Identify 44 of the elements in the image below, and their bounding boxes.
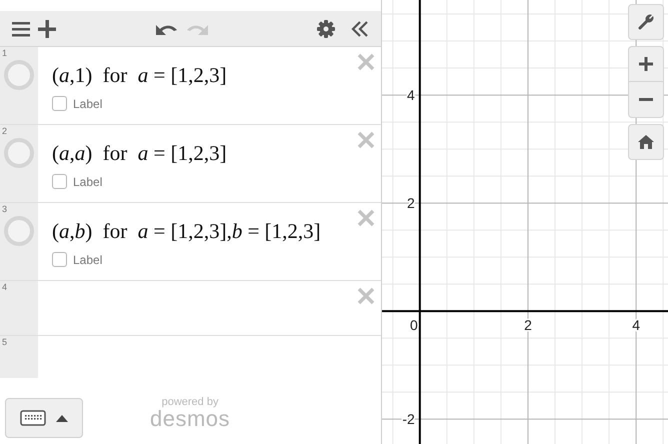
line-number: 5 xyxy=(2,337,8,347)
zoom-in-button[interactable] xyxy=(628,46,664,82)
keyboard-icon xyxy=(20,410,46,426)
checkbox-label: Label xyxy=(73,252,102,266)
home-icon xyxy=(638,135,654,149)
double-chevron-icon xyxy=(351,20,369,36)
tick-label: 0 xyxy=(410,317,418,334)
checkbox-label: Label xyxy=(73,174,102,188)
gear-icon xyxy=(317,20,335,38)
close-icon xyxy=(357,287,375,305)
graph-toggle[interactable] xyxy=(4,216,34,246)
line-number: 2 xyxy=(2,126,8,136)
tick-label: 4 xyxy=(407,87,415,104)
tick-label: 4 xyxy=(632,317,640,334)
powered-by-text: powered by xyxy=(162,397,218,408)
tick-label: -2 xyxy=(402,411,415,428)
menu-icon xyxy=(12,20,30,36)
line-number: 4 xyxy=(2,282,8,292)
minus-icon xyxy=(639,98,653,102)
caret-icon xyxy=(56,414,68,422)
graph-toggle[interactable] xyxy=(4,138,34,168)
graph-toggle[interactable] xyxy=(4,60,34,90)
math-expression[interactable]: (a,b) for a = [1,2,3],b = [1,2,3] xyxy=(52,219,321,244)
graph-settings-button[interactable] xyxy=(628,4,664,40)
math-expression[interactable]: (a,a) for a = [1,2,3] xyxy=(52,141,227,166)
plus-icon xyxy=(639,57,653,71)
close-icon xyxy=(357,53,375,71)
label-checkbox[interactable] xyxy=(52,174,67,189)
line-number: 1 xyxy=(2,48,8,58)
math-expression[interactable]: (a,1) for a = [1,2,3] xyxy=(52,63,227,88)
keyboard-button[interactable] xyxy=(5,398,83,438)
tick-label: 2 xyxy=(407,195,415,212)
label-checkbox[interactable] xyxy=(52,252,67,267)
tick-label: 2 xyxy=(524,317,532,334)
close-icon xyxy=(357,209,375,227)
wrench-icon xyxy=(638,14,654,30)
home-button[interactable] xyxy=(628,124,664,160)
label-checkbox[interactable] xyxy=(52,96,67,111)
checkbox-label: Label xyxy=(73,96,102,110)
close-icon xyxy=(357,131,375,149)
plus-icon xyxy=(38,20,56,38)
brand-logo: desmos xyxy=(150,408,230,430)
zoom-out-button[interactable] xyxy=(628,82,664,118)
line-number: 3 xyxy=(2,204,8,214)
